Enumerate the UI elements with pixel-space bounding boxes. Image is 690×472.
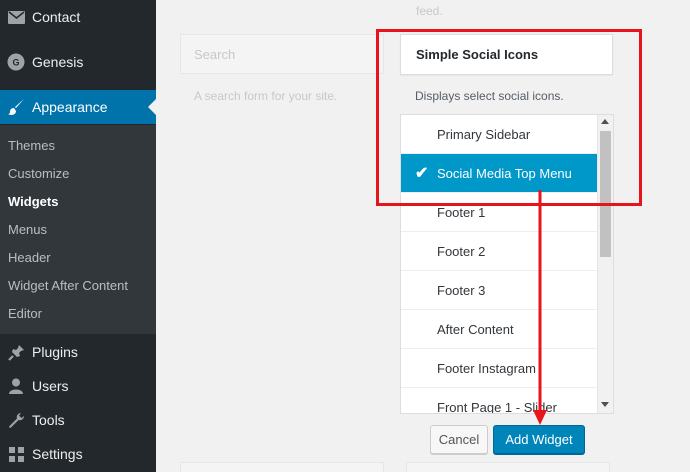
search-widget-title: Search xyxy=(194,47,236,62)
menu-item-appearance[interactable]: Appearance xyxy=(0,90,156,124)
user-icon xyxy=(0,378,32,394)
svg-text:G: G xyxy=(12,58,19,68)
menu-item-label: Tools xyxy=(32,412,65,428)
plugin-icon xyxy=(0,344,32,361)
admin-sidebar: Contact G Genesis Appearance Themes Cust… xyxy=(0,0,156,472)
widget-area-option-footer-2[interactable]: Footer 2 xyxy=(401,232,597,271)
menu-item-plugins[interactable]: Plugins xyxy=(0,335,156,369)
submenu-item-customize[interactable]: Customize xyxy=(8,166,69,181)
submenu-item-widget-after-content[interactable]: Widget After Content xyxy=(8,278,128,293)
widget-box xyxy=(406,462,610,472)
option-label: Footer Instagram xyxy=(437,360,536,376)
menu-item-tools[interactable]: Tools xyxy=(0,403,156,437)
add-widget-button[interactable]: Add Widget xyxy=(493,425,585,454)
widget-area-option-footer-instagram[interactable]: Footer Instagram xyxy=(401,349,597,388)
widget-area-option-footer-3[interactable]: Footer 3 xyxy=(401,271,597,310)
menu-item-label: Contact xyxy=(32,9,81,25)
menu-item-label: Appearance xyxy=(32,99,108,115)
feed-text: feed. xyxy=(416,4,443,18)
cancel-button[interactable]: Cancel xyxy=(430,425,488,454)
search-widget-description: A search form for your site. xyxy=(194,89,338,103)
option-label: Footer 1 xyxy=(437,204,486,220)
menu-item-label: Settings xyxy=(32,446,83,462)
menu-item-users[interactable]: Users xyxy=(0,369,156,403)
menu-item-label: Plugins xyxy=(32,344,78,360)
submenu-item-editor[interactable]: Editor xyxy=(8,306,42,321)
submenu-item-menus[interactable]: Menus xyxy=(8,222,47,237)
menu-item-settings[interactable]: Settings xyxy=(0,437,156,471)
genesis-icon: G xyxy=(0,53,32,71)
widget-box xyxy=(180,462,384,472)
option-label: Footer 3 xyxy=(437,282,486,298)
menu-item-genesis[interactable]: G Genesis xyxy=(0,45,156,79)
submenu-item-widgets[interactable]: Widgets xyxy=(8,194,58,209)
option-label: After Content xyxy=(437,321,514,337)
widget-area-option-front-page-1-slider[interactable]: Front Page 1 - Slider xyxy=(401,388,597,414)
paintbrush-icon xyxy=(0,98,32,116)
scroll-down-arrow-icon[interactable] xyxy=(601,402,609,407)
mail-icon xyxy=(0,10,32,24)
current-menu-arrow xyxy=(148,99,156,115)
submenu-item-themes[interactable]: Themes xyxy=(8,138,55,153)
option-label: Front Page 1 - Slider xyxy=(437,399,557,414)
annotation-highlight-box xyxy=(376,29,642,206)
settings-icon xyxy=(0,446,32,463)
menu-item-label: Genesis xyxy=(32,54,84,70)
search-widget[interactable]: Search xyxy=(180,34,384,74)
menu-item-contact[interactable]: Contact xyxy=(0,0,156,34)
widget-area-option-after-content[interactable]: After Content xyxy=(401,310,597,349)
appearance-submenu: Themes Customize Widgets Menus Header Wi… xyxy=(0,125,156,334)
option-label: Footer 2 xyxy=(437,243,486,259)
wrench-icon xyxy=(0,412,32,429)
submenu-item-header[interactable]: Header xyxy=(8,250,51,265)
menu-item-label: Users xyxy=(32,378,69,394)
